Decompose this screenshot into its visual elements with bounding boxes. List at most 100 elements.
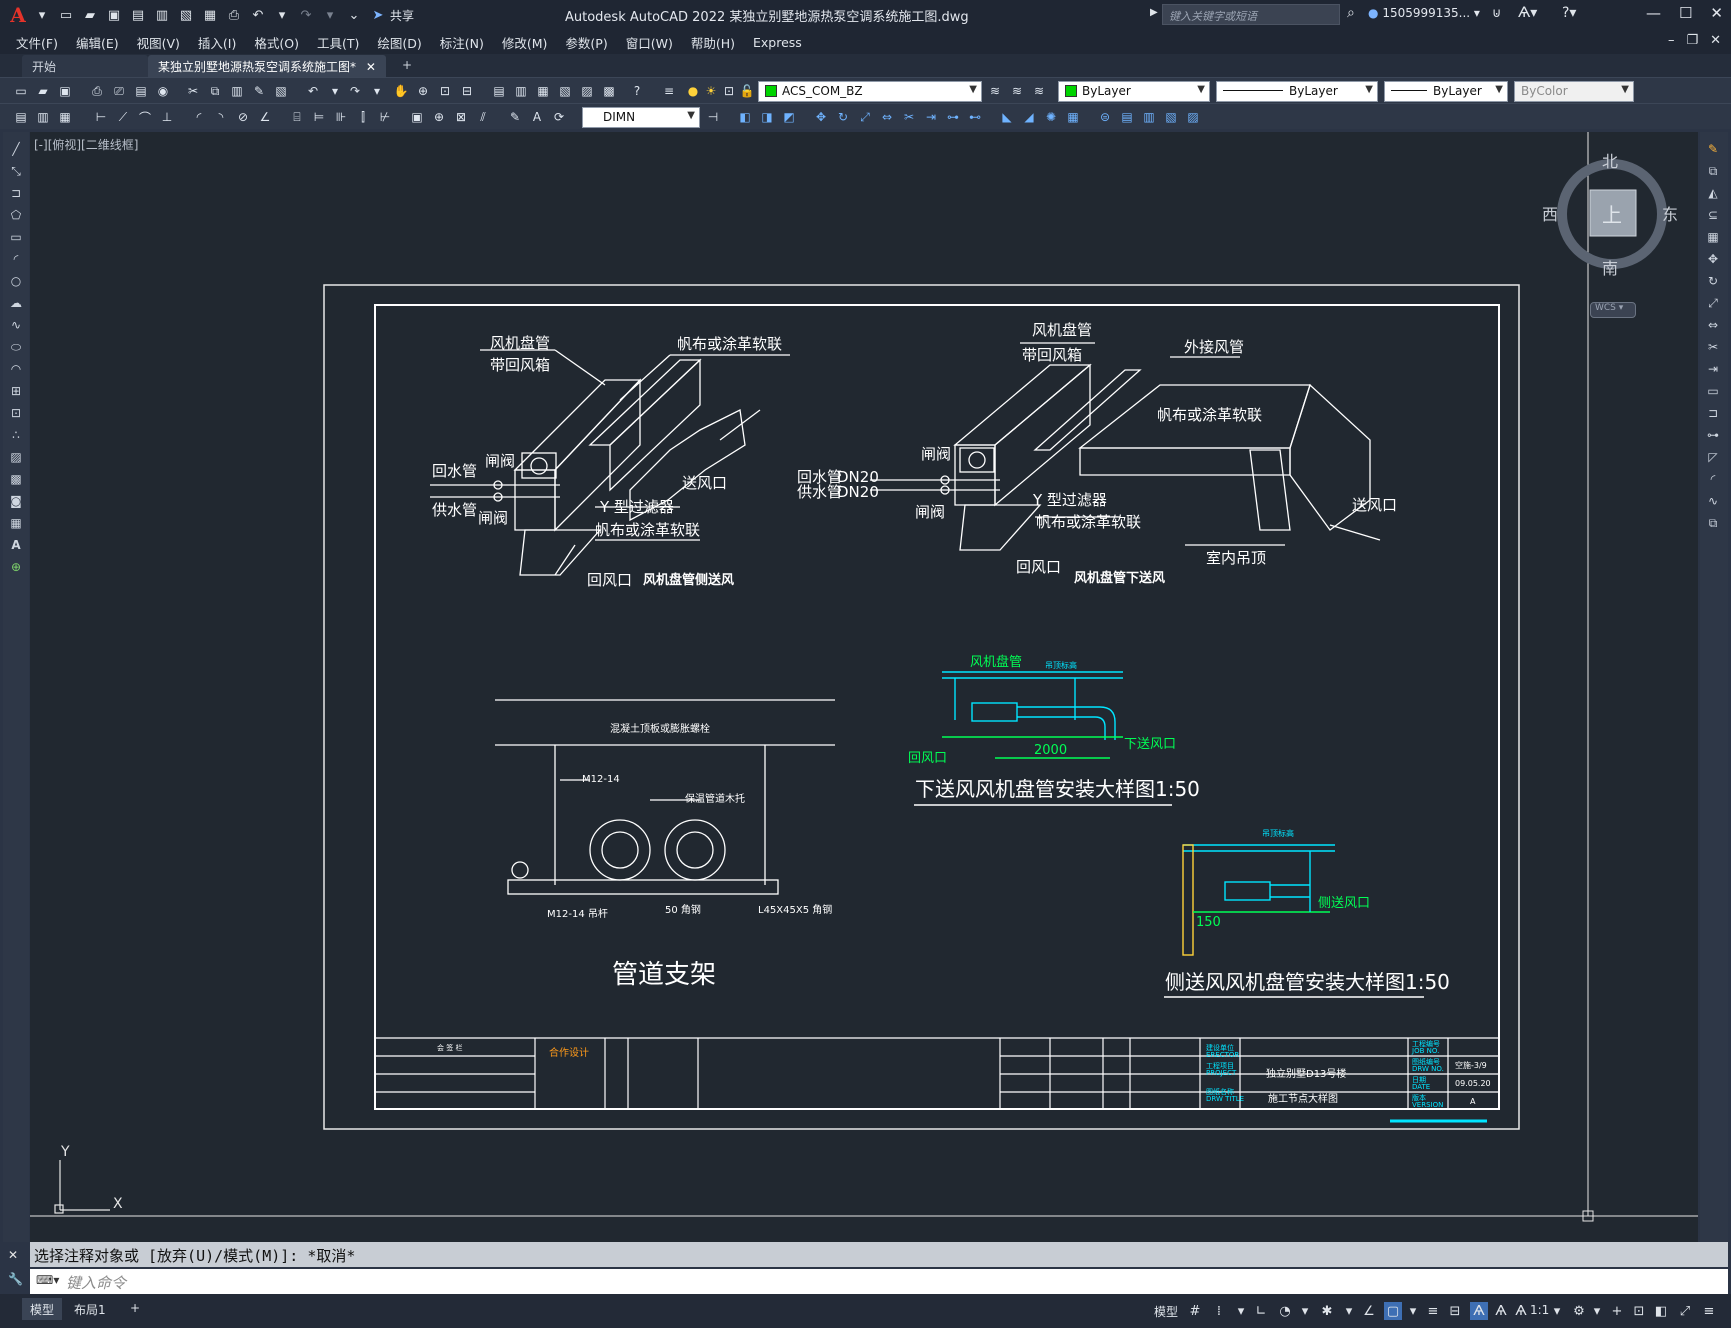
region-icon[interactable]: ◙: [7, 492, 25, 510]
jogged-linear-icon[interactable]: ⫽: [474, 108, 492, 126]
arc-icon[interactable]: ◜: [7, 250, 25, 268]
print-icon[interactable]: ⎙: [225, 6, 243, 24]
offset-icon[interactable]: ⊆: [1704, 206, 1722, 224]
plot-preview-icon[interactable]: ⎚: [110, 82, 128, 100]
quick-dimension-icon[interactable]: ⌸: [288, 108, 306, 126]
make-current-layer-icon[interactable]: ≋: [986, 82, 1004, 100]
add-selected-icon[interactable]: ⊕: [7, 558, 25, 576]
join-icon[interactable]: ⊐: [1704, 404, 1722, 422]
rotate-icon[interactable]: ↻: [834, 108, 852, 126]
add-layout-button[interactable]: +: [122, 1298, 148, 1320]
match-properties-icon[interactable]: ✎: [250, 82, 268, 100]
join-icon[interactable]: ⊷: [966, 108, 984, 126]
menu-view[interactable]: 视图(V): [137, 33, 180, 52]
spline-icon[interactable]: ∿: [7, 316, 25, 334]
open-file-icon[interactable]: ▰: [81, 6, 99, 24]
command-recent-icon[interactable]: ⌨▾: [36, 1273, 59, 1287]
workspace-dropdown-icon[interactable]: ▾: [1588, 1302, 1606, 1320]
export-icon[interactable]: ▧: [177, 6, 195, 24]
compass-east[interactable]: 东: [1662, 205, 1678, 224]
units-icon[interactable]: ⊡: [1630, 1302, 1648, 1320]
ungroup-icon[interactable]: ▧: [1162, 108, 1180, 126]
extend-icon[interactable]: ⇥: [1704, 360, 1722, 378]
dim-style-manager-icon[interactable]: ⊣: [704, 108, 722, 126]
menu-insert[interactable]: 插入(I): [198, 33, 236, 52]
workspace-settings-icon[interactable]: ▦: [56, 108, 74, 126]
chamfer-icon[interactable]: ◣: [998, 108, 1016, 126]
isodraft-dropdown-icon[interactable]: ▾: [1340, 1302, 1358, 1320]
tab-active-drawing[interactable]: 某独立别墅地源热泵空调系统施工图* ✕: [148, 55, 386, 77]
minimize-icon[interactable]: —: [1646, 4, 1661, 22]
design-center-icon[interactable]: ▥: [512, 82, 530, 100]
draw-order-icon[interactable]: ▤: [1118, 108, 1136, 126]
menu-parametric[interactable]: 参数(P): [565, 33, 607, 52]
fillet-icon[interactable]: ◢: [1020, 108, 1038, 126]
array-icon[interactable]: ▦: [1064, 108, 1082, 126]
stretch-icon[interactable]: ⇔: [878, 108, 896, 126]
revcloud-icon[interactable]: ☁: [7, 294, 25, 312]
arc-length-icon[interactable]: ⌒: [136, 108, 154, 126]
tab-start[interactable]: 开始: [22, 55, 148, 77]
snap-dropdown-icon[interactable]: ▾: [1232, 1302, 1250, 1320]
quick-properties-icon[interactable]: ◧: [1652, 1302, 1670, 1320]
ellipse-icon[interactable]: ⬭: [7, 338, 25, 356]
calculator-icon[interactable]: ▩: [600, 82, 618, 100]
plot-icon[interactable]: ▦: [201, 6, 219, 24]
properties-icon[interactable]: ▤: [490, 82, 508, 100]
layer-viewport-icon[interactable]: ⊡: [720, 82, 738, 100]
redo-icon[interactable]: ↷: [346, 82, 364, 100]
cut-icon[interactable]: ✂: [184, 82, 202, 100]
doc-restore-icon[interactable]: ❐: [1686, 33, 1698, 48]
publish-icon[interactable]: ▥: [153, 6, 171, 24]
polar-dropdown-icon[interactable]: ▾: [1296, 1302, 1314, 1320]
undo-dropdown-icon[interactable]: ▾: [273, 6, 291, 24]
trim-icon[interactable]: ✂: [900, 108, 918, 126]
auto-scale-icon[interactable]: Ѧ: [1492, 1302, 1510, 1320]
viewport-controls-label[interactable]: [-][俯视][二维线框]: [34, 136, 138, 153]
block-editor-icon[interactable]: ▧: [272, 82, 290, 100]
close-icon[interactable]: ✕: [1710, 4, 1723, 22]
new-tab-button[interactable]: +: [392, 55, 422, 77]
inspection-icon[interactable]: ⊠: [452, 108, 470, 126]
trim-icon[interactable]: ✂: [1704, 338, 1722, 356]
dim-text-edit-icon[interactable]: A: [528, 108, 546, 126]
search-arrow-icon[interactable]: ▶: [1150, 7, 1158, 18]
lineweight-dropdown[interactable]: ByLayer ▼: [1384, 81, 1508, 102]
menu-tools[interactable]: 工具(T): [317, 33, 359, 52]
isodraft-icon[interactable]: ✱: [1318, 1302, 1336, 1320]
blend-icon[interactable]: ∿: [1704, 492, 1722, 510]
pan-icon[interactable]: ✋: [392, 82, 410, 100]
ortho-icon[interactable]: ∟: [1252, 1302, 1270, 1320]
diameter-icon[interactable]: ⊘: [234, 108, 252, 126]
publish-icon[interactable]: ▤: [132, 82, 150, 100]
menu-file[interactable]: 文件(F): [16, 33, 58, 52]
linetype-dropdown[interactable]: ByLayer ▼: [1216, 81, 1378, 102]
clean-screen-icon[interactable]: ⤢: [1676, 1302, 1694, 1320]
wcs-menu[interactable]: WCS ▾: [1590, 302, 1636, 318]
break-icon[interactable]: ⊬: [376, 108, 394, 126]
move-icon[interactable]: ✥: [812, 108, 830, 126]
chamfer-icon[interactable]: ◸: [1704, 448, 1722, 466]
markup-icon[interactable]: ▨: [578, 82, 596, 100]
annotation-scale-icon[interactable]: Ѧ: [1512, 1302, 1530, 1320]
model-space-button[interactable]: 模型: [1154, 1303, 1178, 1320]
copy-icon[interactable]: ⧉: [206, 82, 224, 100]
extend-icon[interactable]: ⇥: [922, 108, 940, 126]
lineweight-icon[interactable]: ≡: [1424, 1302, 1442, 1320]
continue-icon[interactable]: ⊪: [332, 108, 350, 126]
help-icon[interactable]: ?: [628, 82, 646, 100]
drawing-viewport[interactable]: 风机盘管 带回风箱 帆布或涂革软联 回水管 闸阀 供水管 闸阀 送风口 Y 型过…: [30, 132, 1698, 1242]
scale-icon[interactable]: ⤢: [856, 108, 874, 126]
layer-dropdown[interactable]: ACS_COM_BZ ▼: [758, 81, 982, 102]
maximize-icon[interactable]: ☐: [1679, 4, 1692, 22]
color-dropdown[interactable]: ByLayer ▼: [1058, 81, 1210, 102]
break-at-point-icon[interactable]: ⊶: [1704, 426, 1722, 444]
autocad-logo-icon[interactable]: A: [6, 3, 30, 27]
search-icon[interactable]: ⌕: [1347, 5, 1355, 21]
transparency-icon[interactable]: ⊟: [1446, 1302, 1464, 1320]
3d-print-icon[interactable]: ◉: [154, 82, 172, 100]
layer-thaw-sun-icon[interactable]: ☀: [702, 82, 720, 100]
rotate-icon[interactable]: ↻: [1704, 272, 1722, 290]
zoom-previous-icon[interactable]: ⊟: [458, 82, 476, 100]
workspace-gear-icon[interactable]: ⚙: [1570, 1302, 1588, 1320]
